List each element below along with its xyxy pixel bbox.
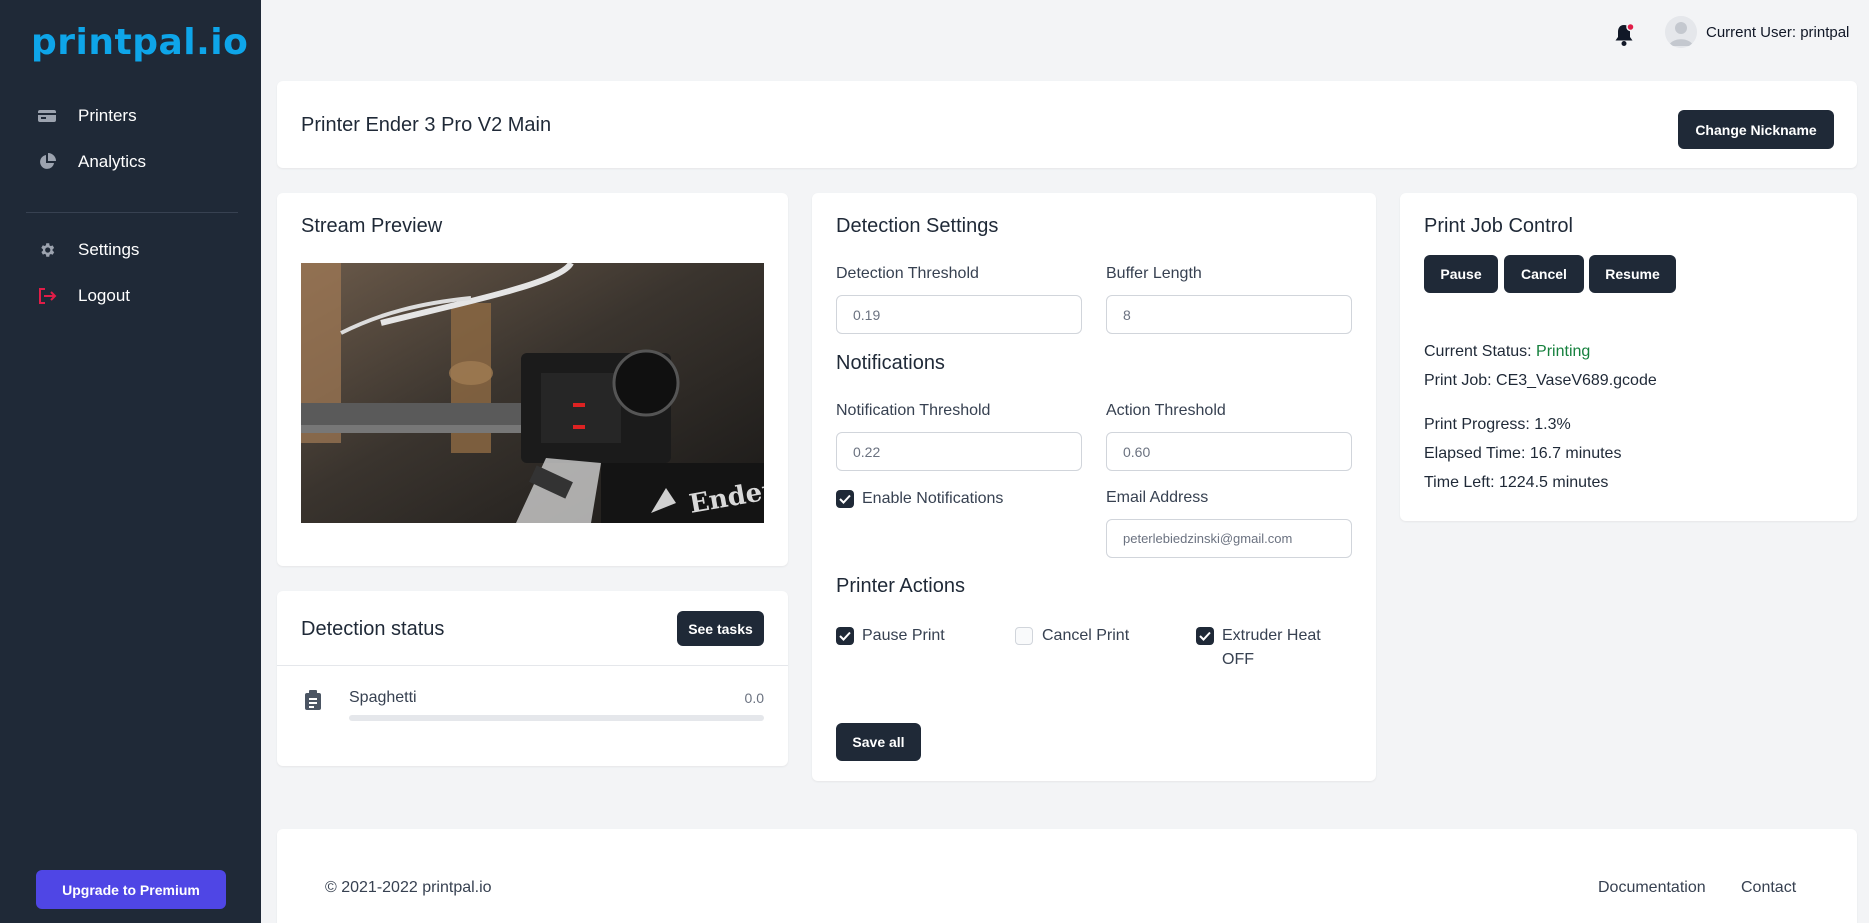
copyright-text: © 2021-2022 printpal.io bbox=[325, 879, 492, 896]
current-user-label: Current User: printpal bbox=[1706, 24, 1850, 41]
camera-stream-image: Ender bbox=[301, 263, 764, 523]
avatar[interactable] bbox=[1665, 16, 1697, 48]
sidebar-item-logout[interactable]: Logout bbox=[0, 274, 261, 318]
cancel-print-label: Cancel Print bbox=[1042, 627, 1130, 644]
print-job-control-title: Print Job Control bbox=[1424, 215, 1573, 237]
bell-icon[interactable] bbox=[1612, 22, 1636, 48]
detection-status-title: Detection status bbox=[301, 618, 445, 640]
divider bbox=[277, 665, 788, 666]
see-tasks-button[interactable]: See tasks bbox=[677, 611, 764, 646]
page-title: Printer Ender 3 Pro V2 Main bbox=[301, 114, 552, 136]
stream-preview-title: Stream Preview bbox=[301, 215, 443, 237]
detection-threshold-label: Detection Threshold bbox=[836, 265, 979, 282]
enable-notifications-checkbox[interactable] bbox=[836, 490, 854, 508]
pause-print-checkbox[interactable] bbox=[836, 627, 854, 645]
sidebar-item-label: Logout bbox=[78, 286, 130, 305]
clipboard-icon bbox=[305, 690, 321, 715]
buffer-length-label: Buffer Length bbox=[1106, 265, 1202, 282]
pause-button[interactable]: Pause bbox=[1424, 255, 1498, 293]
current-status-label: Current Status: bbox=[1424, 343, 1537, 360]
printer-header-card: Printer Ender 3 Pro V2 Main Change Nickn… bbox=[277, 81, 1857, 168]
detection-threshold-input[interactable] bbox=[836, 295, 1082, 334]
detection-status-card: Detection status See tasks Spaghetti 0.0 bbox=[277, 591, 788, 766]
print-progress: Print Progress: 1.3% bbox=[1424, 416, 1571, 433]
cancel-print-checkbox[interactable] bbox=[1015, 627, 1033, 645]
email-label: Email Address bbox=[1106, 489, 1209, 506]
sidebar-item-label: Analytics bbox=[78, 152, 147, 171]
print-job-control-card: Print Job Control Pause Cancel Resume Cu… bbox=[1400, 193, 1857, 521]
buffer-length-input[interactable] bbox=[1106, 295, 1352, 334]
logo[interactable]: printpal.io bbox=[31, 22, 248, 63]
stream-preview-card: Stream Preview Ender bbox=[277, 193, 788, 566]
sidebar-item-settings[interactable]: Settings bbox=[0, 228, 261, 272]
footer: © 2021-2022 printpal.io Documentation Co… bbox=[277, 829, 1857, 923]
cancel-button[interactable]: Cancel bbox=[1504, 255, 1584, 293]
time-left: Time Left: 1224.5 minutes bbox=[1424, 474, 1609, 491]
email-input[interactable] bbox=[1106, 519, 1352, 558]
sidebar-divider bbox=[26, 212, 238, 213]
pie-chart-icon bbox=[35, 150, 59, 174]
notifications-title: Notifications bbox=[836, 352, 945, 374]
notification-threshold-input[interactable] bbox=[836, 432, 1082, 471]
detection-settings-card: Detection Settings Detection Threshold B… bbox=[812, 193, 1376, 781]
detection-item-value: 0.0 bbox=[744, 690, 764, 706]
printer-actions-title: Printer Actions bbox=[836, 575, 965, 597]
save-all-button[interactable]: Save all bbox=[836, 723, 921, 761]
printer-icon bbox=[35, 104, 59, 128]
elapsed-time: Elapsed Time: 16.7 minutes bbox=[1424, 445, 1622, 462]
change-nickname-button[interactable]: Change Nickname bbox=[1678, 110, 1834, 149]
contact-link[interactable]: Contact bbox=[1741, 879, 1796, 897]
sidebar-item-printers[interactable]: Printers bbox=[0, 94, 261, 138]
enable-notifications-label: Enable Notifications bbox=[862, 490, 1004, 507]
print-job-name: Print Job: CE3_VaseV689.gcode bbox=[1424, 372, 1657, 389]
current-status: Current Status: Printing bbox=[1424, 343, 1590, 361]
sidebar-item-label: Settings bbox=[78, 240, 140, 259]
extruder-heat-off-checkbox[interactable] bbox=[1196, 627, 1214, 645]
gear-icon bbox=[35, 238, 59, 262]
sidebar-item-label: Printers bbox=[78, 106, 137, 125]
upgrade-button[interactable]: Upgrade to Premium bbox=[36, 870, 226, 909]
status-badge: Printing bbox=[1536, 343, 1591, 360]
action-threshold-label: Action Threshold bbox=[1106, 402, 1226, 419]
sidebar-item-analytics[interactable]: Analytics bbox=[0, 140, 261, 184]
action-threshold-input[interactable] bbox=[1106, 432, 1352, 471]
extruder-heat-label-line1: Extruder Heat bbox=[1222, 627, 1321, 644]
detection-item-label: Spaghetti bbox=[349, 689, 417, 706]
notification-threshold-label: Notification Threshold bbox=[836, 402, 991, 419]
detection-progress-bar bbox=[349, 715, 764, 721]
detection-settings-title: Detection Settings bbox=[836, 215, 999, 237]
extruder-heat-off-label: Extruder Heat OFF bbox=[1222, 624, 1321, 672]
extruder-heat-label-line2: OFF bbox=[1222, 651, 1254, 668]
documentation-link[interactable]: Documentation bbox=[1598, 879, 1706, 897]
sidebar: printpal.io Printers Analytics Settings … bbox=[0, 0, 261, 923]
resume-button[interactable]: Resume bbox=[1589, 255, 1676, 293]
pause-print-label: Pause Print bbox=[862, 627, 945, 644]
logout-icon bbox=[35, 284, 59, 308]
